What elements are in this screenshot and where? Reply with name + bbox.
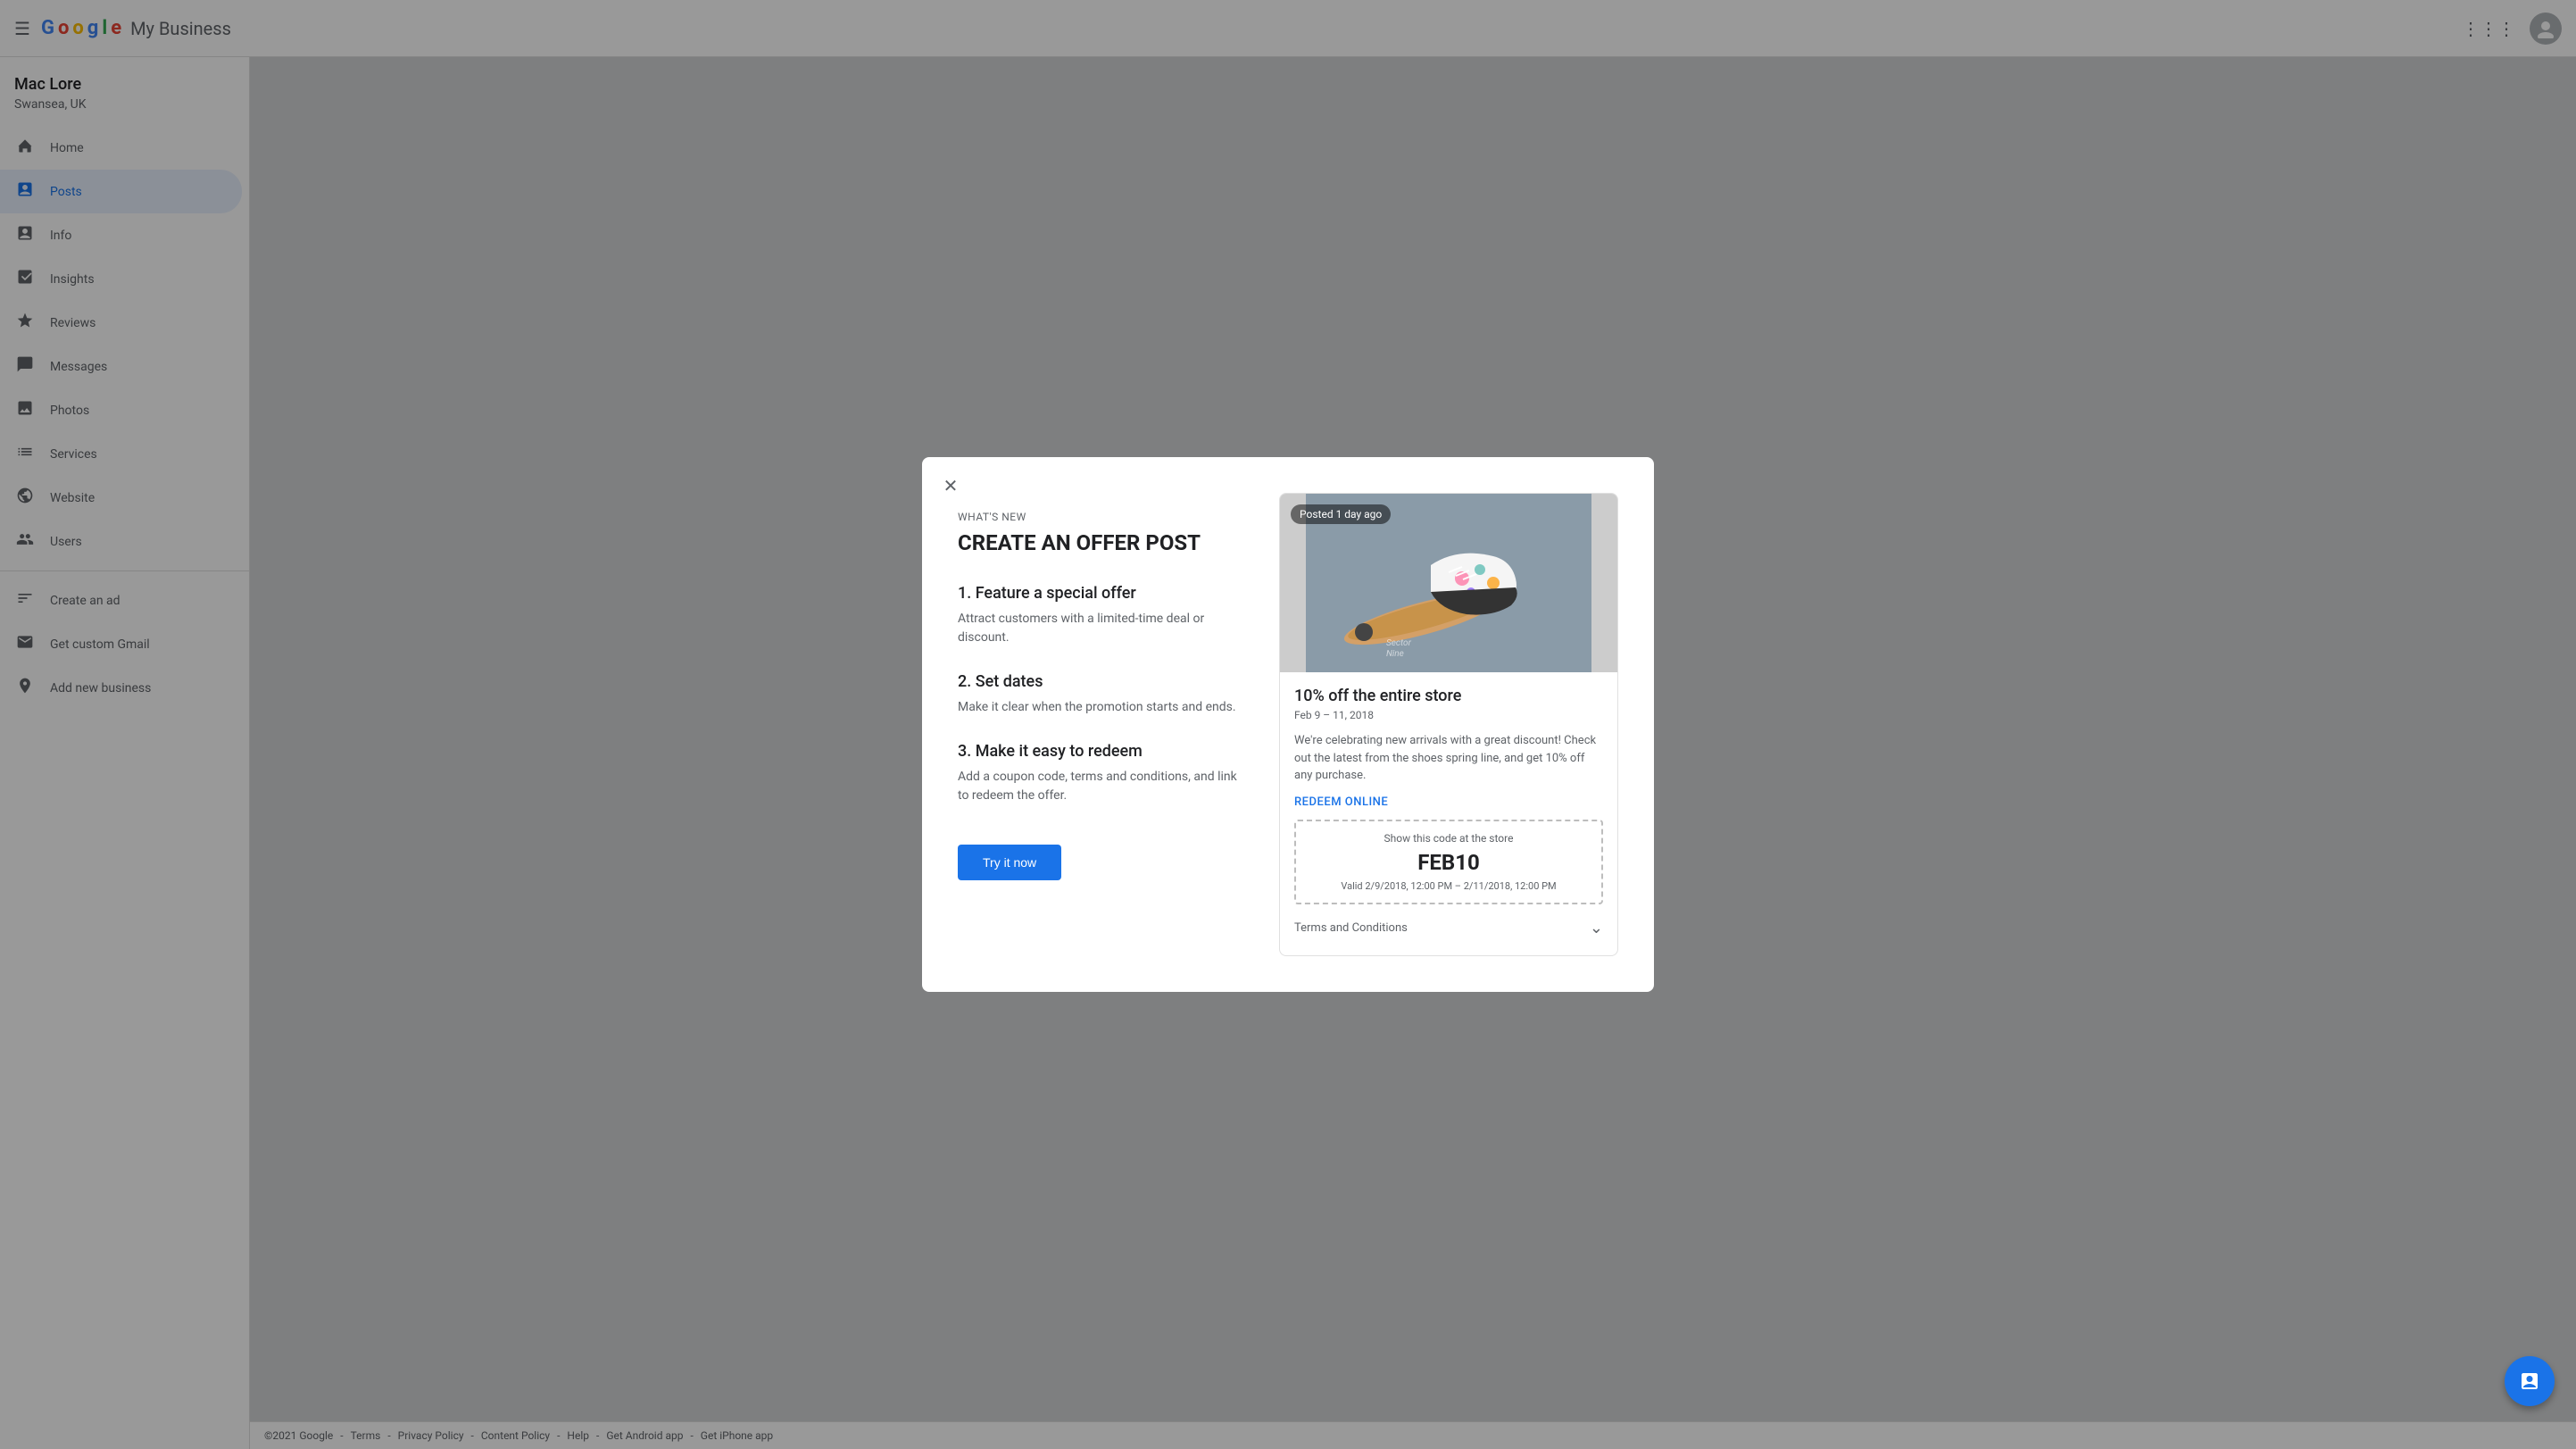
modal-step-1: 1. Feature a special offer Attract custo… — [958, 584, 1243, 647]
modal-left-panel: What's new CREATE AN OFFER POST 1. Featu… — [958, 493, 1243, 956]
modal-step-2-desc: Make it clear when the promotion starts … — [958, 698, 1243, 717]
modal-step-2: 2. Set dates Make it clear when the prom… — [958, 672, 1243, 717]
svg-text:Sector: Sector — [1386, 638, 1412, 648]
preview-body: 10% off the entire store Feb 9 – 11, 201… — [1280, 672, 1617, 955]
terms-chevron-icon: ⌄ — [1590, 919, 1603, 937]
coupon-box: Show this code at the store FEB10 Valid … — [1294, 820, 1603, 904]
terms-label: Terms and Conditions — [1294, 921, 1408, 935]
fab-button[interactable] — [2505, 1356, 2555, 1406]
preview-dates: Feb 9 – 11, 2018 — [1294, 709, 1603, 721]
terms-row[interactable]: Terms and Conditions ⌄ — [1294, 915, 1603, 941]
modal: ✕ What's new CREATE AN OFFER POST 1. Fea… — [922, 457, 1654, 992]
modal-step-3: 3. Make it easy to redeem Add a coupon c… — [958, 742, 1243, 805]
preview-offer-title: 10% off the entire store — [1294, 687, 1603, 705]
preview-description: We're celebrating new arrivals with a gr… — [1294, 732, 1603, 785]
modal-step-1-desc: Attract customers with a limited-time de… — [958, 610, 1243, 647]
modal-step-2-heading: 2. Set dates — [958, 672, 1243, 691]
coupon-show-text: Show this code at the store — [1307, 832, 1591, 845]
modal-right-panel: Sector Nine Posted 1 day ago 10% off the… — [1279, 493, 1618, 956]
preview-card: Sector Nine Posted 1 day ago 10% off the… — [1279, 493, 1618, 956]
coupon-code: FEB10 — [1307, 850, 1591, 875]
svg-text:Nine: Nine — [1386, 649, 1404, 659]
modal-title: CREATE AN OFFER POST — [958, 530, 1243, 555]
modal-close-button[interactable]: ✕ — [936, 471, 965, 500]
modal-overlay[interactable]: ✕ What's new CREATE AN OFFER POST 1. Fea… — [0, 0, 2576, 1449]
modal-step-3-desc: Add a coupon code, terms and conditions,… — [958, 768, 1243, 805]
modal-step-1-heading: 1. Feature a special offer — [958, 584, 1243, 603]
coupon-valid: Valid 2/9/2018, 12:00 PM – 2/11/2018, 12… — [1307, 880, 1591, 892]
preview-redeem-link[interactable]: REDEEM ONLINE — [1294, 795, 1603, 809]
preview-image: Sector Nine Posted 1 day ago — [1280, 494, 1617, 672]
modal-whats-new: What's new — [958, 511, 1243, 523]
modal-step-3-heading: 3. Make it easy to redeem — [958, 742, 1243, 761]
try-it-now-button[interactable]: Try it now — [958, 845, 1061, 880]
preview-posted-label: Posted 1 day ago — [1291, 504, 1391, 524]
